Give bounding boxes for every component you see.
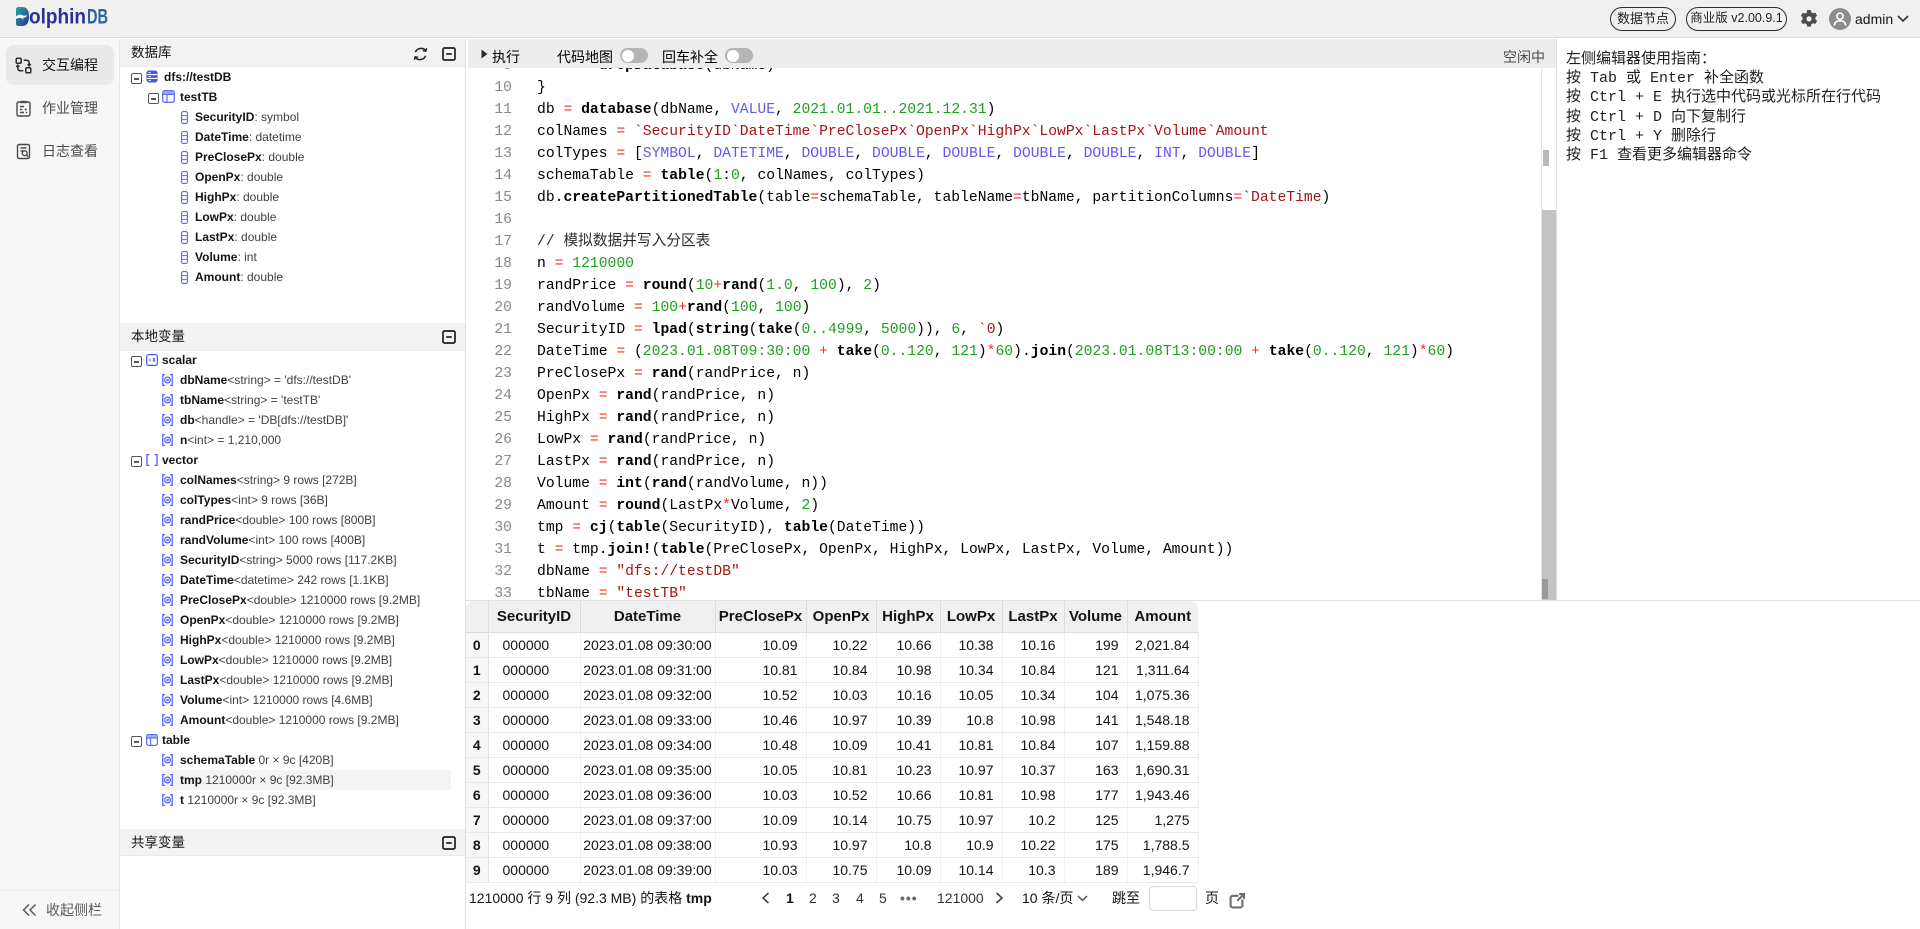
svg-text:olphin: olphin [29,6,86,29]
svg-text:DB: DB [87,6,108,29]
